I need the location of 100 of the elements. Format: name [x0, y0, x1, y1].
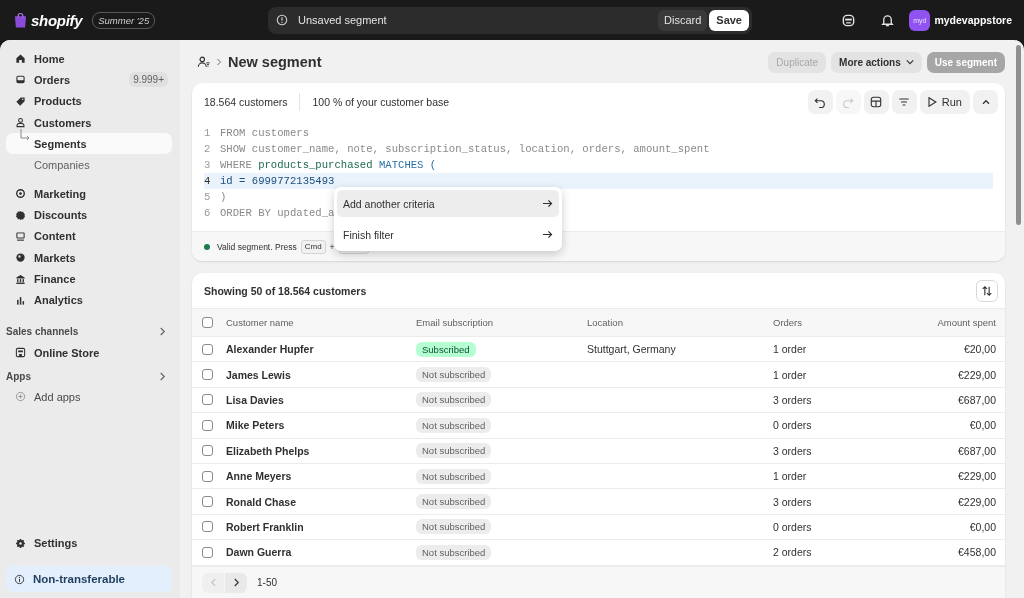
customer-name[interactable]: Dawn Guerra — [226, 546, 416, 559]
row-checkbox[interactable] — [202, 496, 213, 508]
bank-icon — [15, 273, 26, 285]
run-button[interactable]: Run — [919, 90, 970, 114]
nav-item[interactable]: Home — [6, 48, 172, 70]
row-checkbox[interactable] — [202, 369, 213, 381]
subscription-badge: Not subscribed — [416, 417, 492, 433]
table-cell-text: €0,00 — [968, 419, 996, 432]
badge-icon — [15, 209, 26, 221]
table-cell-text: Stuttgart, Germany — [587, 343, 677, 356]
customer-name[interactable]: Elizabeth Phelps — [226, 444, 416, 457]
nav-item[interactable]: Orders 9.999+ — [6, 69, 172, 91]
customer-name[interactable]: Anne Meyers — [226, 470, 416, 483]
section-heading: Apps — [6, 370, 31, 382]
row-checkbox[interactable] — [202, 419, 213, 431]
code-line[interactable]: 6 ORDER BY updated_a — [204, 207, 335, 219]
code-line[interactable]: 1 FROM customers — [204, 127, 309, 139]
nav-item[interactable]: Markets — [6, 247, 172, 269]
nav-item[interactable]: Finance — [6, 268, 172, 290]
table-cell-text: 3 orders — [773, 495, 813, 508]
edition-badge: Summer '25 — [92, 11, 156, 29]
code-line[interactable]: 3 WHERE products_purchased MATCHES ( — [204, 159, 437, 171]
info-icon — [14, 573, 25, 585]
table-cell-text: 0 orders — [773, 520, 813, 533]
row-checkbox[interactable] — [202, 521, 213, 533]
table-cell-text: €687,00 — [957, 393, 996, 406]
column-header[interactable]: Amount spent — [876, 317, 996, 328]
key-label: Cmd — [300, 239, 326, 254]
collapse-button[interactable] — [973, 90, 998, 114]
scrollbar-thumb[interactable] — [1016, 45, 1021, 225]
customer-name[interactable]: Alexander Hupfer — [226, 343, 416, 356]
nav-item[interactable]: Add apps — [6, 386, 172, 408]
bell-icon[interactable] — [880, 12, 896, 28]
customer-name[interactable]: Ronald Chase — [226, 495, 416, 508]
row-checkbox[interactable] — [202, 546, 213, 558]
nav-item[interactable]: Discounts — [6, 204, 172, 226]
table-cell-text: €229,00 — [957, 368, 996, 381]
select-all-checkbox[interactable] — [202, 317, 213, 328]
storefront-icon — [15, 347, 26, 359]
row-checkbox[interactable] — [202, 470, 213, 482]
nav-item[interactable]: Analytics — [6, 289, 172, 311]
table-cell-text: €458,00 — [957, 546, 996, 559]
alert-icon — [276, 14, 288, 26]
section-heading: Sales channels — [6, 326, 79, 338]
nav-item[interactable]: Online Store — [6, 341, 172, 364]
undo-button[interactable] — [807, 90, 833, 114]
person-filter-icon — [197, 55, 211, 69]
bar-chart-icon — [15, 294, 26, 306]
arrow-right-icon — [542, 199, 553, 208]
table-cell-text: €0,00 — [968, 520, 996, 533]
code-line[interactable]: 5 ) — [204, 191, 227, 203]
menu-item[interactable]: Finish filter — [337, 221, 559, 248]
chevron-right-icon — [216, 58, 222, 66]
layout-icon — [870, 96, 883, 108]
save-button[interactable]: Save — [709, 9, 749, 31]
code-line[interactable]: 4 id = 6999772135493 — [204, 175, 335, 187]
customer-name[interactable]: Robert Franklin — [226, 520, 416, 533]
nav-item[interactable]: Settings — [6, 532, 172, 554]
column-header[interactable]: Location — [587, 317, 773, 328]
table-cell-text: €229,00 — [957, 495, 996, 508]
undo-icon — [814, 96, 827, 108]
play-icon — [925, 96, 938, 108]
customer-name[interactable]: Mike Peters — [226, 419, 416, 432]
discard-button[interactable]: Discard — [658, 9, 708, 31]
nav-item[interactable]: Products — [6, 90, 172, 112]
code-line[interactable]: 2 SHOW customer_name, note, subscription_status, location, orders, amount_spent — [204, 143, 710, 155]
table-cell-text: 3 orders — [773, 393, 813, 406]
chevron-right-icon[interactable] — [159, 371, 166, 381]
column-header[interactable]: Customer name — [226, 317, 416, 328]
row-checkbox[interactable] — [202, 343, 213, 355]
filter-icon — [898, 96, 911, 108]
brand-name[interactable]: shopify — [31, 11, 83, 29]
customer-name[interactable]: Lisa Davies — [226, 393, 416, 406]
subscription-badge: Not subscribed — [416, 367, 492, 383]
count-badge: 9.999+ — [129, 72, 168, 88]
subscription-badge: Not subscribed — [416, 544, 492, 560]
row-checkbox[interactable] — [202, 394, 213, 406]
column-header[interactable]: Orders — [773, 317, 876, 328]
layout-button[interactable] — [863, 90, 889, 114]
table-cell-text: 3 orders — [773, 444, 813, 457]
next-page-button[interactable] — [225, 572, 247, 593]
nav-subitem[interactable]: Companies — [6, 154, 172, 176]
page-title: New segment — [228, 54, 323, 70]
row-checkbox[interactable] — [202, 445, 213, 457]
column-header[interactable]: Email subscription — [416, 317, 587, 328]
monitor-icon — [15, 230, 26, 242]
sort-button[interactable] — [976, 279, 998, 302]
action-button[interactable]: More actions — [831, 51, 922, 73]
nav-item[interactable]: Marketing — [6, 183, 172, 205]
store-name[interactable]: mydevappstore — [934, 14, 1012, 26]
chevron-right-icon[interactable] — [159, 327, 166, 337]
plan-notice[interactable]: Non-transferable — [6, 566, 172, 592]
plus-sign: + — [329, 241, 335, 252]
table-cell-text: 2 orders — [773, 546, 813, 559]
table-cell-text: 1 order — [773, 343, 808, 356]
customer-name[interactable]: James Lewis — [226, 368, 416, 381]
table-cell-text: €20,00 — [962, 343, 996, 356]
menu-item[interactable]: Add another criteria — [337, 190, 559, 217]
nav-item[interactable]: Customers — [6, 111, 172, 134]
nav-item[interactable]: Content — [6, 225, 172, 248]
